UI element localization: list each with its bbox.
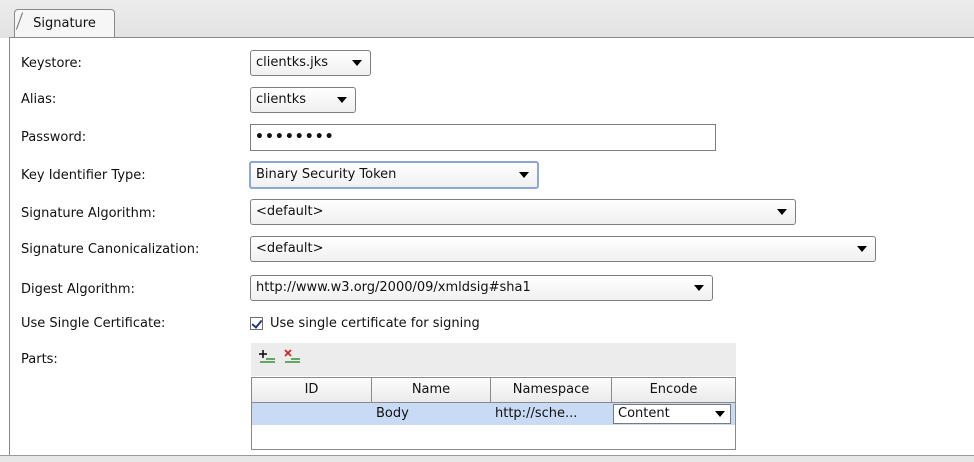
panel-bottom-edge — [0, 455, 974, 462]
alias-label: Alias: — [21, 92, 57, 107]
keystore-select[interactable]: clientks.jks — [250, 50, 371, 76]
column-header-encode[interactable]: Encode — [612, 378, 735, 403]
key-identifier-type-label: Key Identifier Type: — [21, 168, 146, 183]
keystore-label: Keystore: — [21, 56, 82, 71]
cell-name[interactable]: Body — [372, 403, 491, 425]
digest-algorithm-value: http://www.w3.org/2000/09/xmldsig#sha1 — [256, 280, 531, 295]
cell-namespace[interactable]: http://sche... — [491, 403, 612, 425]
chevron-down-icon — [857, 246, 867, 252]
chevron-down-icon — [337, 97, 347, 103]
parts-label: Parts: — [21, 352, 58, 367]
signature-algorithm-value: <default> — [256, 204, 324, 219]
use-single-certificate-label: Use Single Certificate: — [21, 316, 166, 331]
tab-edge — [15, 12, 24, 30]
keystore-value: clientks.jks — [256, 55, 329, 70]
alias-value: clientks — [256, 92, 307, 107]
signature-algorithm-label: Signature Algorithm: — [21, 206, 156, 221]
alias-select[interactable]: clientks — [250, 87, 356, 113]
chevron-down-icon — [777, 209, 787, 215]
tab-strip — [0, 0, 974, 38]
signature-canonicalization-select[interactable]: <default> — [250, 236, 876, 262]
encode-select[interactable]: Content — [613, 404, 731, 424]
password-label: Password: — [21, 130, 87, 145]
password-field[interactable]: •••••••• — [250, 124, 716, 151]
column-header-id[interactable]: ID — [252, 378, 372, 403]
key-identifier-type-select[interactable]: Binary Security Token — [249, 161, 539, 189]
parts-table: ID Name Namespace Encode Body http://sch… — [251, 377, 736, 450]
signature-canonicalization-value: <default> — [256, 241, 324, 256]
tab-label: Signature — [33, 16, 96, 31]
signature-algorithm-select[interactable]: <default> — [250, 199, 796, 225]
digest-algorithm-label: Digest Algorithm: — [21, 282, 135, 297]
signature-canonicalization-label: Signature Canonicalization: — [21, 242, 200, 257]
add-part-icon[interactable] — [258, 349, 276, 365]
remove-part-icon[interactable] — [283, 349, 301, 365]
parts-toolbar — [251, 343, 736, 376]
chevron-down-icon — [352, 60, 362, 66]
use-single-certificate-checkbox[interactable] — [250, 317, 263, 330]
column-header-name[interactable]: Name — [372, 378, 491, 403]
cell-id[interactable] — [252, 403, 372, 425]
chevron-down-icon — [519, 172, 529, 178]
column-header-namespace[interactable]: Namespace — [491, 378, 612, 403]
chevron-down-icon — [694, 285, 704, 291]
key-identifier-type-value: Binary Security Token — [256, 167, 397, 182]
tab-signature[interactable]: Signature — [14, 9, 115, 38]
digest-algorithm-select[interactable]: http://www.w3.org/2000/09/xmldsig#sha1 — [250, 275, 713, 301]
encode-value: Content — [618, 406, 670, 421]
table-row[interactable]: Body http://sche... Content — [252, 403, 735, 425]
chevron-down-icon — [715, 411, 725, 417]
use-single-certificate-checkbox-label[interactable]: Use single certificate for signing — [270, 316, 480, 331]
password-value: •••••••• — [255, 129, 335, 145]
